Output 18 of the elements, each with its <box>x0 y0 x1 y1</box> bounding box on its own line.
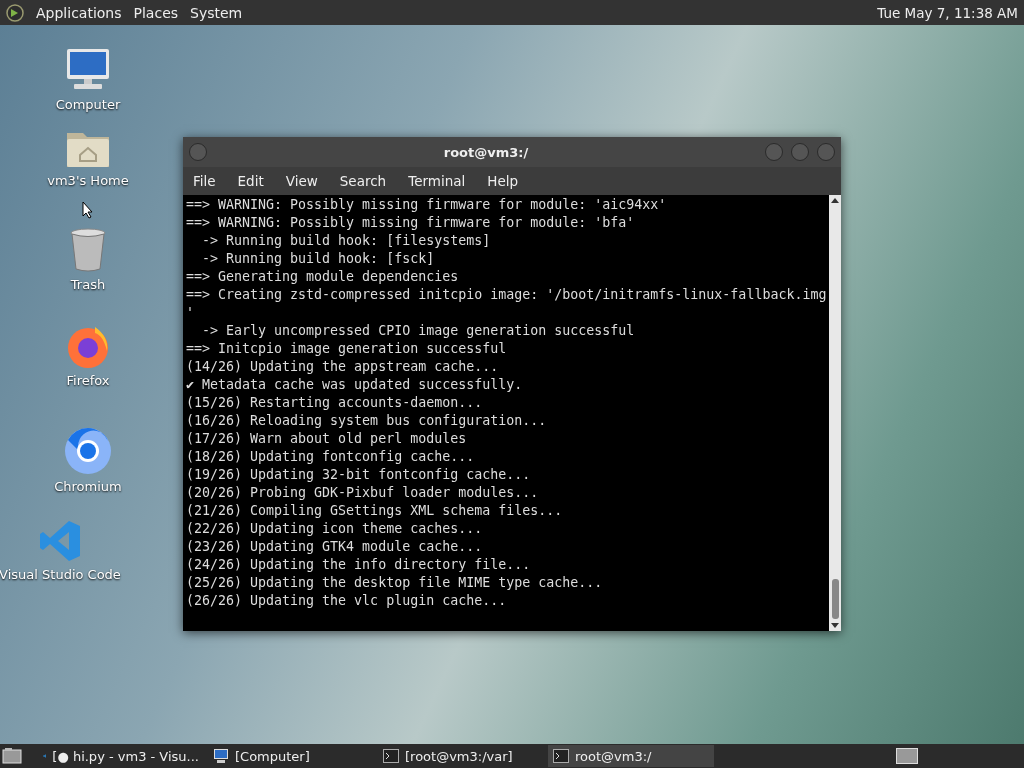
panel-menu[interactable]: System <box>190 4 243 21</box>
panel-menu[interactable]: Applications <box>36 4 122 21</box>
panel-menu[interactable]: Places <box>133 4 179 21</box>
window-title: root@vm3:/ <box>443 144 529 160</box>
menu-item[interactable]: Help <box>481 173 529 189</box>
desktop-icon-label[interactable]: vm3's Home <box>47 173 129 188</box>
taskbar-button[interactable]: [● hi.py - vm3 - Visu... <box>38 745 204 767</box>
terminal-output: ==> WARNING: Possibly missing firmware for module: 'aic94xx' ==> WARNING: Possibly missing firmware for module: 'bfa' -> Running build hook: [filesystems] -> Running build hook: [fsck] ==> Generating module dependencies ==> Creating zstd-compressed initcpio image: '/boot/initramfs-linux-fallback.img ' -> Early uncompressed CPIO image generation successful ==> Initcpio image generation successful (14/26) Updating the appstream cache... ✔ Metadata cache was updated successfully. (15/26) Restarting accounts-daemon... (16/26) Reloading system bus configuration... (17/26) Warn about old perl modules (18/26) Updating fontconfig cache... (19/26) Updating 32-bit fontconfig cache... (20/26) Probing GDK-Pixbuf loader modules... (21/26) Compiling GSettings XML schema files... (22/26) Updating icon theme caches... (23/26) Updating GTK4 module cache... (24/26) Updating the info directory file... (25/26) Updating the desktop file MIME type cache... (26/26) Updating the vlc plugin cache... <box>185 196 828 610</box>
menu-item[interactable]: View <box>279 173 328 189</box>
taskbar-button[interactable]: root@vm3:/ <box>548 745 714 767</box>
menu-item[interactable]: Search <box>333 173 397 189</box>
menu-item[interactable]: File <box>187 173 226 189</box>
desktop-icon-label[interactable]: Computer <box>55 97 121 112</box>
clock[interactable]: Tue May 7, 11:38 AM <box>877 4 1018 21</box>
taskbar-button[interactable]: [Computer] <box>208 745 374 767</box>
menu-item[interactable]: Terminal <box>402 173 476 189</box>
taskbar-button[interactable]: [root@vm3:/var] <box>378 745 544 767</box>
menu-item[interactable]: Edit <box>231 173 274 189</box>
